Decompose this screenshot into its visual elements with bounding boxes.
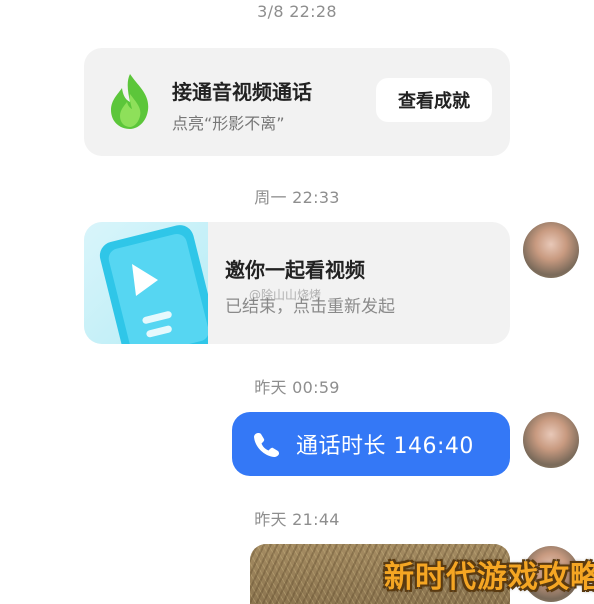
timestamp-1: 3/8 22:28 [257,2,337,21]
call-duration-text: 通话时长 146:40 [296,434,474,459]
green-flame-icon [111,74,149,129]
phone-icon [254,433,279,457]
streak-title: 接通音视频通话 [172,80,312,104]
streak-card[interactable]: 接通音视频通话 点亮“形影不离” 查看成就 [84,48,510,156]
watch-title: 邀你一起看视频 [225,258,365,282]
timestamp-4: 昨天 21:44 [254,510,340,529]
call-duration-bubble[interactable]: 通话时长 146:40 [232,412,510,476]
play-icon [99,225,218,344]
watermark-text: @除山山烧烤 [249,288,322,302]
brand-watermark: 新时代游戏攻略 [384,560,594,595]
watch-together-card[interactable]: 邀你一起看视频 已结束，点击重新发起 @除山山烧烤 [84,222,510,344]
view-achievement-button[interactable]: 查看成就 [376,78,492,122]
avatar[interactable] [523,222,579,278]
timestamp-2: 周一 22:33 [254,188,340,207]
streak-subtitle: 点亮“形影不离” [172,114,285,133]
avatar[interactable] [523,412,579,468]
watch-thumbnail [84,222,218,344]
timestamp-3: 昨天 00:59 [254,378,340,397]
